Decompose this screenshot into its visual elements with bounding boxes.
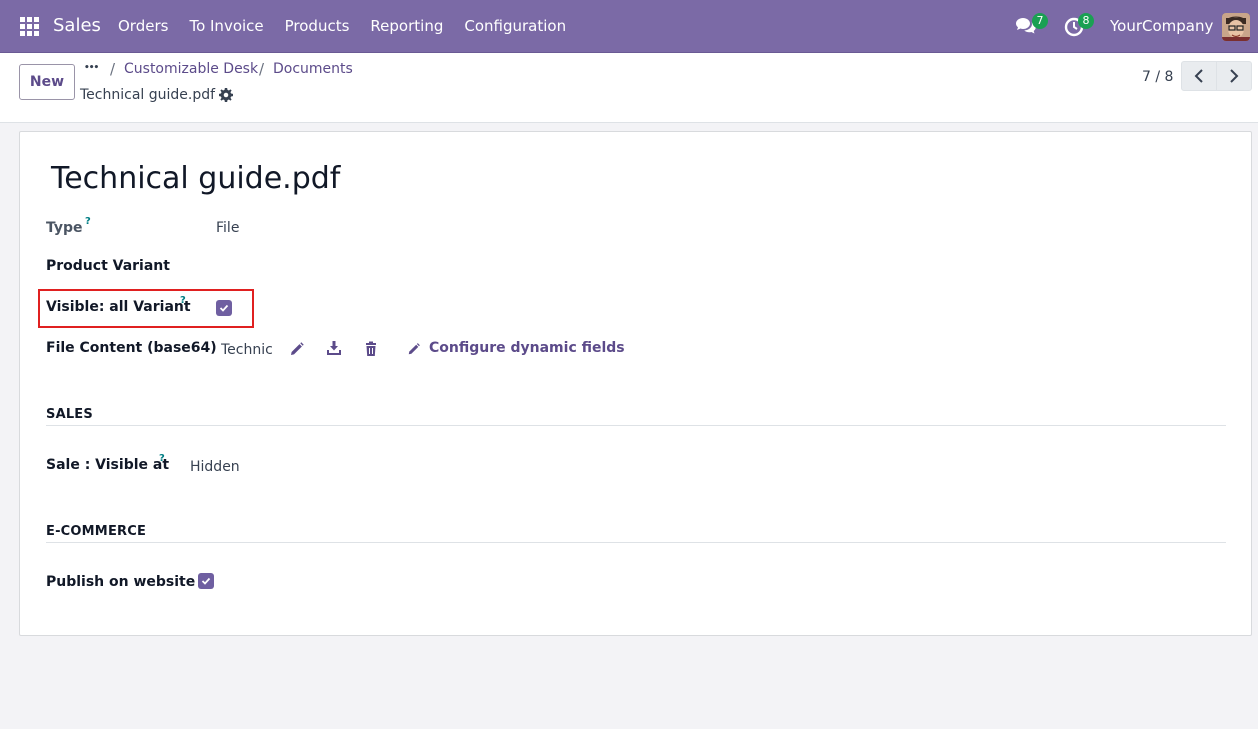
control-panel: New ••• / Customizable Desk / Documents …: [0, 53, 1258, 123]
ecommerce-section-title: E-COMMERCE: [46, 524, 147, 539]
menu-item-products[interactable]: Products: [285, 17, 350, 35]
pencil-icon[interactable]: [407, 342, 421, 356]
menu-item-to-invoice[interactable]: To Invoice: [189, 17, 263, 35]
pager-value[interactable]: 7 / 8: [1142, 69, 1173, 85]
visible-help-tooltip[interactable]: ?: [180, 295, 186, 306]
breadcrumb-separator: /: [110, 60, 116, 78]
gear-icon[interactable]: [219, 88, 233, 102]
publish-on-website-label: Publish on website: [46, 574, 196, 590]
pager-previous-button[interactable]: [1181, 61, 1217, 91]
visible-all-variant-checkbox[interactable]: [216, 300, 232, 316]
type-label: Type: [46, 220, 83, 236]
breadcrumb-documents[interactable]: Documents: [273, 61, 353, 77]
publish-on-website-checkbox[interactable]: [198, 573, 214, 589]
configure-dynamic-fields-button[interactable]: Configure dynamic fields: [429, 340, 625, 356]
breadcrumb-current-record: Technical guide.pdf: [80, 87, 216, 103]
file-content-filename: Technic: [221, 342, 273, 358]
record-name[interactable]: Technical guide.pdf: [51, 161, 340, 196]
activity-count-badge: 8: [1078, 13, 1094, 29]
app-name[interactable]: Sales: [53, 15, 101, 36]
main-menu: Orders To Invoice Products Reporting Con…: [118, 17, 587, 35]
breadcrumb-more[interactable]: •••: [84, 63, 99, 73]
trash-icon[interactable]: [363, 341, 379, 357]
visible-all-variant-label: Visible: all Variant: [46, 299, 191, 315]
section-divider: [46, 425, 1226, 426]
pencil-icon[interactable]: [289, 341, 305, 357]
menu-item-reporting[interactable]: Reporting: [370, 17, 443, 35]
sales-section-title: SALES: [46, 407, 93, 422]
product-variant-label: Product Variant: [46, 258, 170, 274]
company-switcher[interactable]: YourCompany: [1110, 17, 1213, 35]
download-icon[interactable]: [326, 340, 342, 356]
sale-visible-at-label: Sale : Visible at: [46, 457, 170, 473]
file-content-label: File Content (base64): [46, 340, 217, 356]
top-navbar: Sales Orders To Invoice Products Reporti…: [0, 0, 1258, 53]
user-avatar[interactable]: [1222, 13, 1250, 41]
checkmark-icon: [201, 577, 211, 585]
menu-item-orders[interactable]: Orders: [118, 17, 168, 35]
section-divider: [46, 542, 1226, 543]
apps-grid-icon[interactable]: [20, 17, 39, 36]
checkmark-icon: [219, 304, 229, 312]
pager-next-button[interactable]: [1216, 61, 1252, 91]
chat-count-badge: 7: [1032, 13, 1048, 29]
new-button[interactable]: New: [19, 64, 75, 100]
breadcrumb-customizable-desk[interactable]: Customizable Desk: [124, 61, 258, 77]
chevron-right-icon: [1230, 69, 1239, 83]
sale-visible-help-tooltip[interactable]: ?: [159, 453, 165, 464]
chevron-left-icon: [1194, 69, 1203, 83]
type-value[interactable]: File: [216, 220, 239, 236]
breadcrumb-separator: /: [259, 60, 265, 78]
type-help-tooltip[interactable]: ?: [85, 216, 91, 227]
form-sheet: Technical guide.pdf Type ? File Product …: [19, 131, 1252, 636]
menu-item-configuration[interactable]: Configuration: [464, 17, 566, 35]
sale-visible-at-value[interactable]: Hidden: [190, 459, 240, 475]
